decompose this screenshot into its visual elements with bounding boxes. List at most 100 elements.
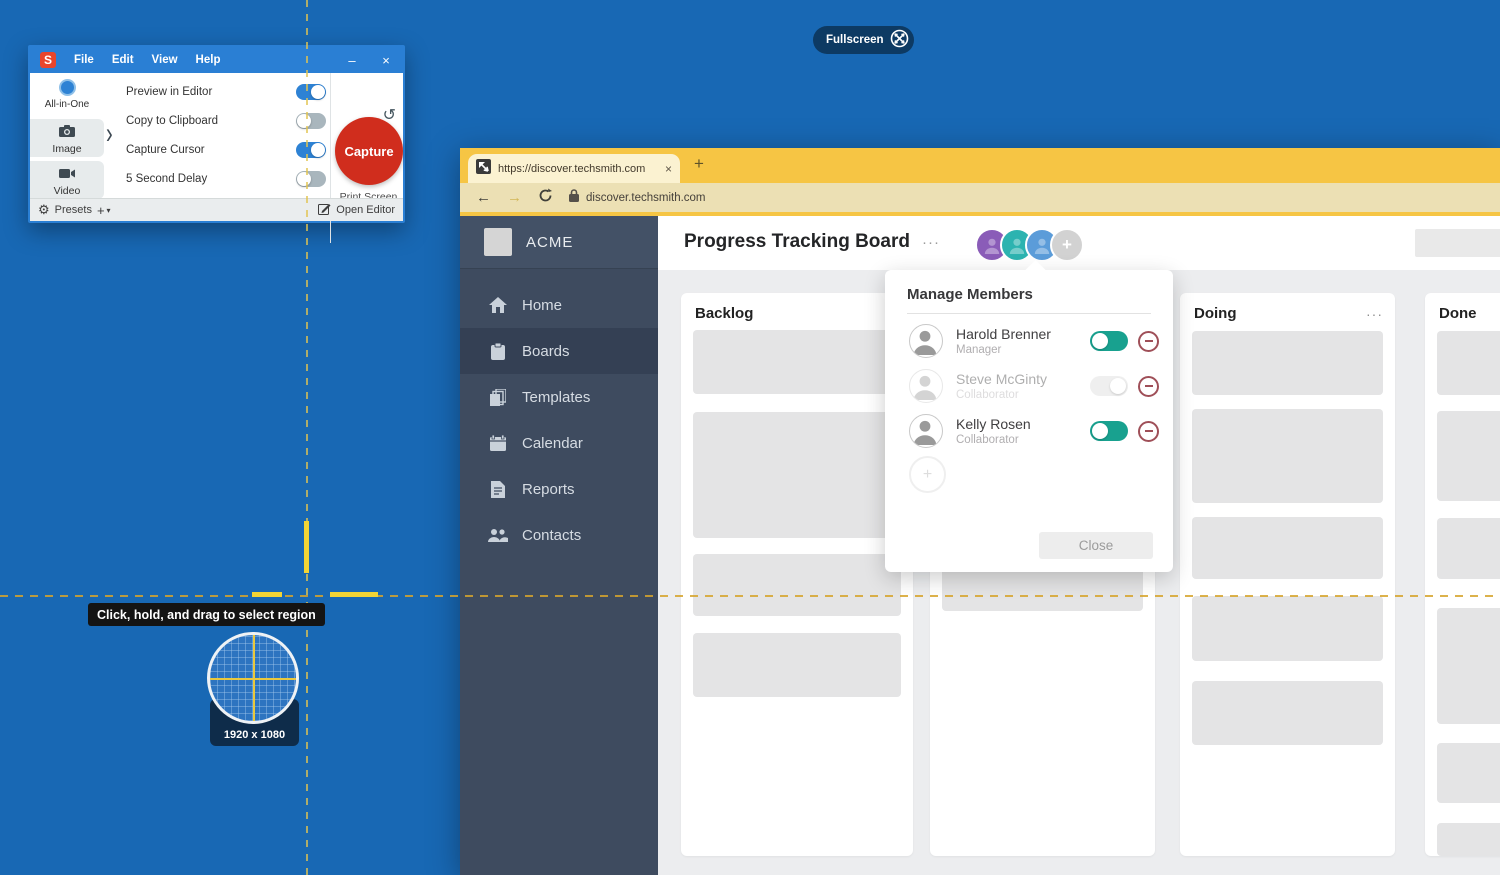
magnifier-crosshair-h [210,678,296,680]
minimize-button[interactable]: – [335,53,369,68]
card-placeholder[interactable] [1192,409,1383,503]
browser-toolbar: ← → discover.techsmith.com [460,183,1500,212]
setting-row: Capture Cursor [126,135,326,164]
card-placeholder[interactable] [1192,517,1383,579]
mode-image[interactable]: Image [30,119,104,157]
member-name: Harold Brenner [956,326,1051,342]
capture-button[interactable]: Capture [335,117,403,185]
snagit-bottombar: ⚙ Presets + ▾ Open Editor [30,198,403,221]
setting-label: 5 Second Delay [126,173,207,185]
calendar-icon [488,435,508,451]
forward-button[interactable]: → [507,189,522,206]
snagit-titlebar[interactable]: S FileEditViewHelp – × [30,47,403,73]
card-placeholder[interactable] [1192,331,1383,395]
setting-label: Preview in Editor [126,86,212,98]
card-placeholder[interactable] [1192,596,1383,661]
member-text: Harold BrennerManager [956,326,1051,356]
menu-file[interactable]: File [74,54,94,66]
remove-member-button[interactable] [1138,421,1159,442]
member-avatar-stack[interactable]: + [975,228,1084,262]
camera-icon [59,124,75,141]
popup-title: Manage Members [907,286,1033,303]
manage-members-popup: Manage Members Harold BrennerManager Stev… [885,270,1173,572]
toggle-off[interactable] [296,113,326,129]
back-button[interactable]: ← [476,189,491,206]
card-placeholder[interactable] [693,412,901,538]
brand-name: ACME [526,234,573,251]
snagit-window: S FileEditViewHelp – × All-in-One Image … [28,45,405,223]
crosshair-solid-segment-right [330,592,378,597]
brand-header[interactable]: ACME [460,216,658,269]
card-placeholder[interactable] [1437,411,1500,501]
mode-all-in-one[interactable]: All-in-One [30,79,104,110]
card-placeholder[interactable] [1192,681,1383,745]
sidebar-item-label: Contacts [522,527,581,544]
open-editor-button[interactable]: Open Editor [318,202,395,218]
member-toggle-on[interactable] [1090,331,1128,351]
menu-edit[interactable]: Edit [112,54,134,66]
clipboard-icon [488,343,508,360]
toggle-off[interactable] [296,171,326,187]
video-camera-icon [59,166,75,183]
member-toggle-on[interactable] [1090,421,1128,441]
card-placeholder[interactable] [1437,608,1500,724]
member-info: Harold BrennerManager [909,324,1051,358]
card-placeholder[interactable] [1437,331,1500,395]
browser-tab[interactable]: https://discover.techsmith.com × [468,154,680,183]
dimension-text: 1920 x 1080 [210,729,299,741]
board-menu-icon[interactable]: ··· [922,234,940,251]
card-placeholder[interactable] [1437,823,1500,856]
remove-member-button[interactable] [1138,331,1159,352]
sidebar-item-label: Reports [522,481,575,498]
setting-label: Capture Cursor [126,144,205,156]
column-name: Done [1439,305,1477,322]
member-toggle-off[interactable] [1090,376,1128,396]
menu-view[interactable]: View [152,54,178,66]
sidebar-item-contacts[interactable]: Contacts [460,512,658,558]
setting-row: 5 Second Delay [126,164,326,193]
toggle-knob [1092,333,1108,349]
sidebar-item-reports[interactable]: Reports [460,466,658,512]
add-preset-button[interactable]: + [97,203,105,218]
presets-caret-icon[interactable]: ▾ [107,206,111,215]
sidebar-item-home[interactable]: Home [460,282,658,328]
card-placeholder[interactable] [1437,743,1500,803]
tab-close-icon[interactable]: × [665,162,672,176]
sidebar-item-boards[interactable]: Boards [460,328,658,374]
column-menu-icon[interactable]: ··· [1366,306,1383,322]
person-avatar-icon [909,414,943,448]
card-placeholder[interactable] [693,633,901,697]
presets-button[interactable]: ⚙ Presets + ▾ [38,202,111,218]
toggle-on[interactable] [296,142,326,158]
column-backlog: Backlog [681,293,913,856]
popup-divider [907,313,1151,314]
crosshair-solid-segment-left [252,592,282,597]
member-name: Steve McGinty [956,371,1047,387]
card-placeholder[interactable] [1437,518,1500,579]
sidebar-item-templates[interactable]: Templates [460,374,658,420]
lock-icon [569,189,579,207]
sidebar-nav: HomeBoardsTemplatesCalendar Reports Contac… [460,282,658,558]
card-placeholder[interactable] [693,554,901,616]
new-tab-button[interactable]: + [694,154,704,174]
close-popup-button[interactable]: Close [1039,532,1153,559]
card-placeholder[interactable] [693,330,901,394]
header-control-stub[interactable] [1415,229,1500,257]
close-button[interactable]: × [369,53,403,68]
menu-help[interactable]: Help [196,54,221,66]
address-bar[interactable]: discover.techsmith.com [569,189,706,207]
toggle-knob [1110,378,1126,394]
plus-icon: + [1062,235,1072,255]
chevron-right-icon: › [106,117,113,152]
add-member-avatar-button[interactable]: + [1050,228,1084,262]
refresh-icon[interactable] [538,188,553,208]
mode-video[interactable]: Video [30,161,104,199]
toggle-knob [1092,423,1108,439]
fullscreen-button[interactable]: Fullscreen [813,26,914,54]
remove-member-button[interactable] [1138,376,1159,397]
add-member-button[interactable]: + [909,456,946,493]
snagit-menubar: File Edit View Help [56,54,220,66]
sidebar-item-calendar[interactable]: Calendar [460,420,658,466]
column-doing: Doing··· [1180,293,1395,856]
toggle-on[interactable] [296,84,326,100]
